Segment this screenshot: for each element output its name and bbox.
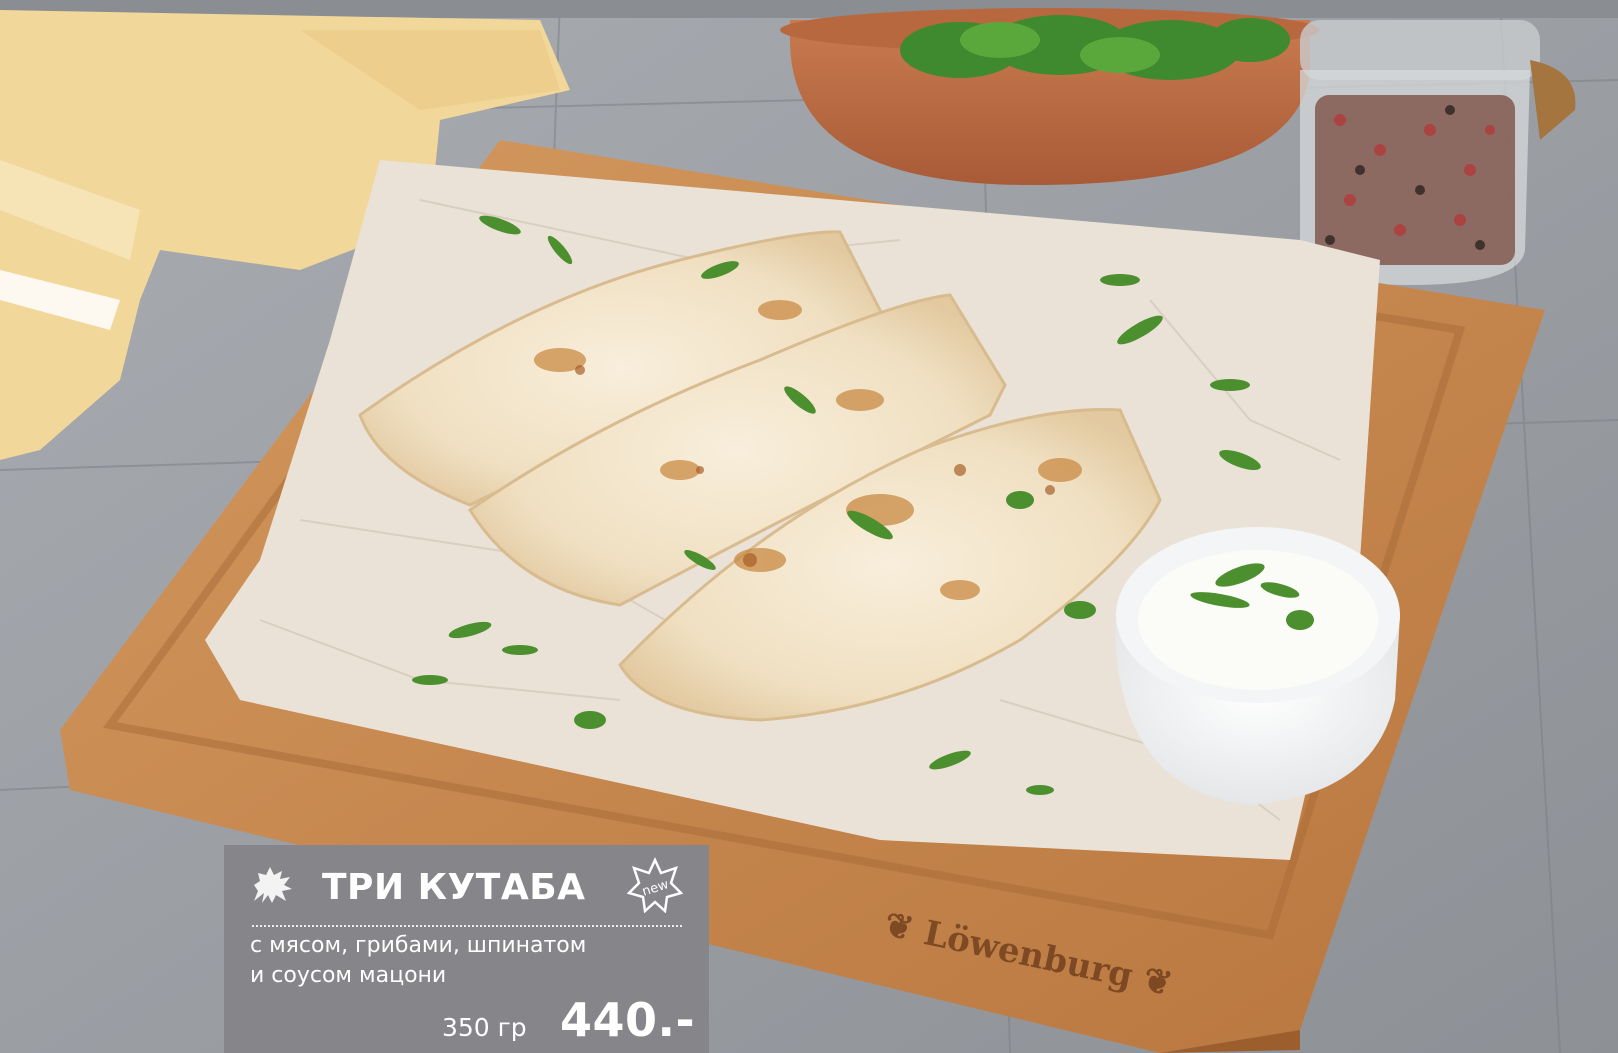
- description-line-1: с мясом, грибами, шпинатом: [250, 933, 587, 958]
- price: 440.-: [560, 993, 696, 1047]
- new-star-icon: new: [627, 857, 683, 913]
- heraldic-lion-icon: [254, 867, 292, 903]
- dotted-divider: [252, 925, 682, 927]
- description-line-2: и соусом мацони: [250, 963, 447, 988]
- dish-title: ТРИ КУТАБА: [322, 867, 586, 908]
- menu-item-card: ТРИ КУТАБА new с мясом, грибами, шпинато…: [224, 845, 709, 1053]
- portion-weight: 350 гр: [442, 1013, 527, 1042]
